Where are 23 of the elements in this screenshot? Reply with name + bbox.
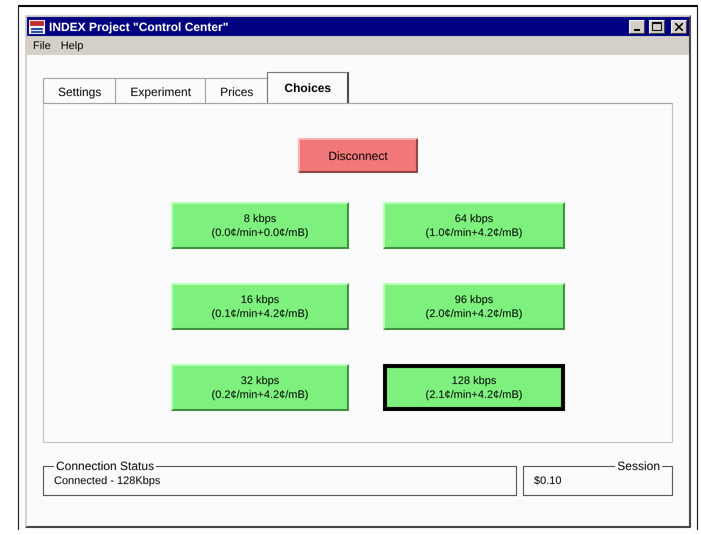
group-label: Connection Status	[55, 459, 156, 473]
bandwidth-button[interactable]: 8 kbps (0.0¢/min+0.0¢/mB)	[171, 202, 349, 249]
minimize-icon	[634, 28, 640, 30]
disconnect-button[interactable]: Disconnect	[298, 138, 418, 173]
bandwidth-button[interactable]: 16 kbps (0.1¢/min+4.2¢/mB)	[171, 283, 349, 330]
bandwidth-button[interactable]: 96 kbps (2.0¢/min+4.2¢/mB)	[383, 283, 565, 330]
menu-item[interactable]: Help	[60, 40, 84, 52]
tab[interactable]: Settings	[43, 78, 116, 103]
tab[interactable]: Choices	[267, 72, 350, 103]
status-text: Connected - 128Kbps	[54, 475, 160, 487]
bandwidth-button[interactable]: 32 kbps (0.2¢/min+4.2¢/mB)	[171, 364, 349, 411]
session-cost: $0.10	[534, 475, 562, 487]
minimize-button[interactable]	[629, 20, 645, 34]
menu-item[interactable]: File	[33, 40, 51, 52]
maximize-button[interactable]	[649, 20, 665, 34]
app-icon	[29, 20, 45, 34]
maximize-icon	[652, 22, 662, 31]
bandwidth-button[interactable]: 128 kbps (2.1¢/min+4.2¢/mB)	[383, 364, 565, 411]
close-icon	[675, 22, 683, 30]
bandwidth-button[interactable]: 64 kbps (1.0¢/min+4.2¢/mB)	[383, 202, 565, 249]
close-button[interactable]	[671, 20, 687, 34]
window-title: INDEX Project "Control Center"	[49, 20, 230, 34]
group-label: Session	[616, 459, 661, 473]
